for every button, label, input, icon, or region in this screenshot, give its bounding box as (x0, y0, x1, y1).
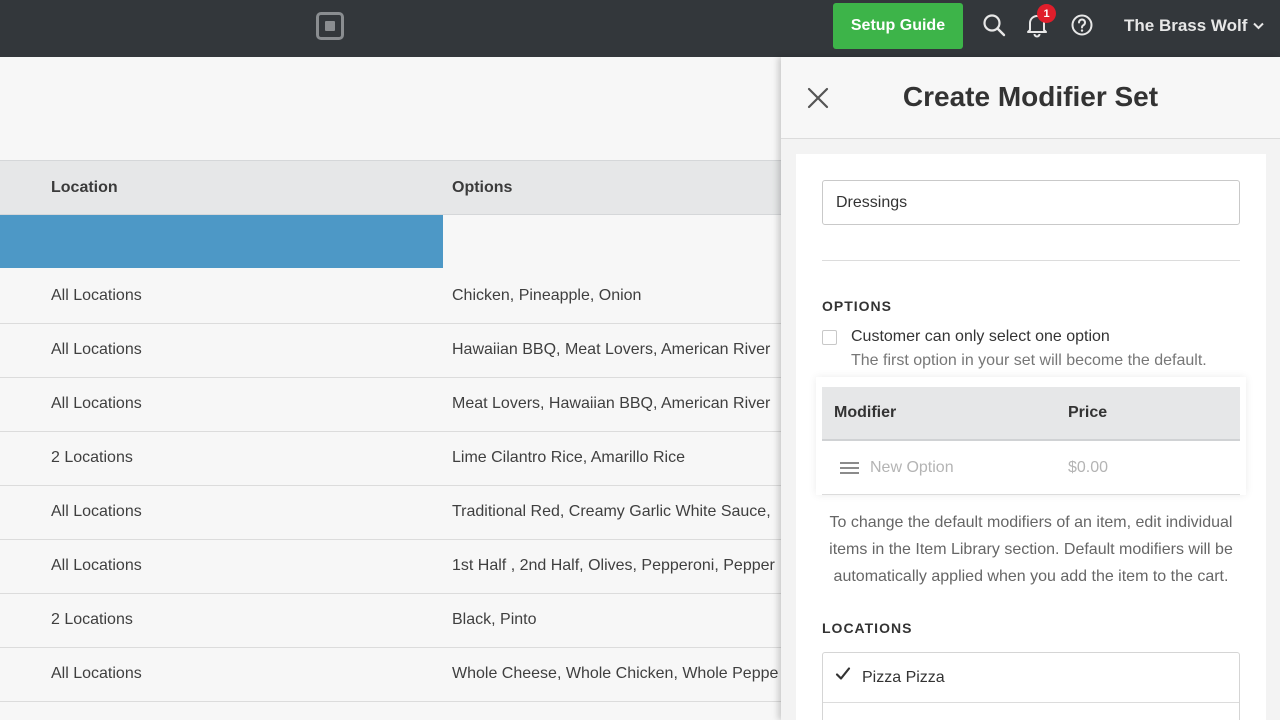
options-cell: Meat Lovers, Hawaiian BBQ, American Rive… (452, 395, 771, 412)
create-modifier-set-panel: Create Modifier Set OPTIONS Customer can… (781, 57, 1280, 720)
chevron-down-icon (1253, 22, 1265, 30)
price-column-header: Price (1068, 404, 1108, 421)
options-cell: Whole Cheese, Whole Chicken, Whole Peppe (452, 665, 779, 682)
single-select-help-text: The first option in your set will become… (851, 352, 1207, 369)
location-cell: All Locations (51, 503, 142, 520)
location-label: Pizza Pizza (862, 669, 945, 686)
square-logo-icon[interactable] (316, 12, 344, 40)
column-header-location[interactable]: Location (51, 161, 118, 214)
notification-badge: 1 (1037, 4, 1056, 23)
panel-title: Create Modifier Set (902, 81, 1159, 112)
top-bar: Setup Guide 1 The Brass Wolf (0, 0, 1280, 57)
checkmark-icon[interactable] (835, 666, 851, 682)
modifier-table-header: Modifier Price (822, 387, 1240, 441)
options-cell: Black, Pinto (452, 611, 537, 628)
location-cell: All Locations (51, 557, 142, 574)
table-row[interactable]: All Locations Hawaiian BBQ, Meat Lovers,… (0, 323, 781, 378)
setup-guide-button[interactable]: Setup Guide (833, 3, 963, 49)
table-row[interactable]: 2 Locations Lime Cilantro Rice, Amarillo… (0, 431, 781, 486)
table-row[interactable]: 2 Locations Black, Pinto (0, 593, 781, 648)
table-header: Location Options (0, 160, 781, 215)
table-row[interactable]: All Locations Chicken, Pineapple, Onion (0, 269, 781, 324)
single-select-checkbox[interactable] (822, 330, 837, 345)
location-item[interactable]: Pizza Pizza (823, 653, 1239, 703)
modifier-table: Modifier Price New Option $0.00 (816, 377, 1246, 495)
modifier-column-header: Modifier (834, 404, 897, 421)
table-row[interactable]: All Locations Whole Cheese, Whole Chicke… (0, 647, 781, 702)
help-icon[interactable] (1069, 12, 1095, 38)
location-cell: All Locations (51, 341, 142, 358)
default-modifiers-note: To change the default modifiers of an it… (829, 514, 1233, 585)
selected-row-highlight[interactable] (0, 215, 443, 268)
location-cell: 2 Locations (51, 449, 133, 466)
panel-header: Create Modifier Set (781, 57, 1280, 139)
table-row[interactable]: All Locations Meat Lovers, Hawaiian BBQ,… (0, 377, 781, 432)
new-option-input[interactable]: New Option (870, 441, 954, 495)
divider (822, 260, 1240, 261)
account-menu[interactable]: The Brass Wolf (1124, 16, 1265, 36)
single-select-label[interactable]: Customer can only select one option (851, 328, 1110, 346)
drag-handle-icon[interactable] (840, 462, 859, 474)
price-input[interactable]: $0.00 (1068, 441, 1108, 495)
locations-list: Pizza Pizza (822, 652, 1240, 720)
options-cell: Hawaiian BBQ, Meat Lovers, American Rive… (452, 341, 771, 358)
location-cell: All Locations (51, 395, 142, 412)
location-cell: 2 Locations (51, 611, 133, 628)
table-row[interactable]: All Locations Traditional Red, Creamy Ga… (0, 485, 781, 540)
options-cell: Lime Cilantro Rice, Amarillo Rice (452, 449, 685, 466)
options-cell: 1st Half , 2nd Half, Olives, Pepperoni, … (452, 557, 775, 574)
account-name: The Brass Wolf (1124, 16, 1248, 35)
new-option-row: New Option $0.00 (822, 441, 1240, 495)
search-icon[interactable] (981, 12, 1007, 38)
options-cell: Traditional Red, Creamy Garlic White Sau… (452, 503, 771, 520)
options-section-label: OPTIONS (822, 298, 893, 314)
modifier-set-form: OPTIONS Customer can only select one opt… (796, 154, 1266, 720)
column-header-options[interactable]: Options (452, 161, 512, 214)
modifier-sets-list: Location Options All Locations Chicken, … (0, 57, 781, 720)
locations-section-label: LOCATIONS (822, 620, 913, 636)
table-row[interactable]: All Locations 1st Half , 2nd Half, Olive… (0, 539, 781, 594)
modifier-set-name-input[interactable] (822, 180, 1240, 225)
location-cell: All Locations (51, 287, 142, 304)
options-cell: Chicken, Pineapple, Onion (452, 287, 642, 304)
location-cell: All Locations (51, 665, 142, 682)
